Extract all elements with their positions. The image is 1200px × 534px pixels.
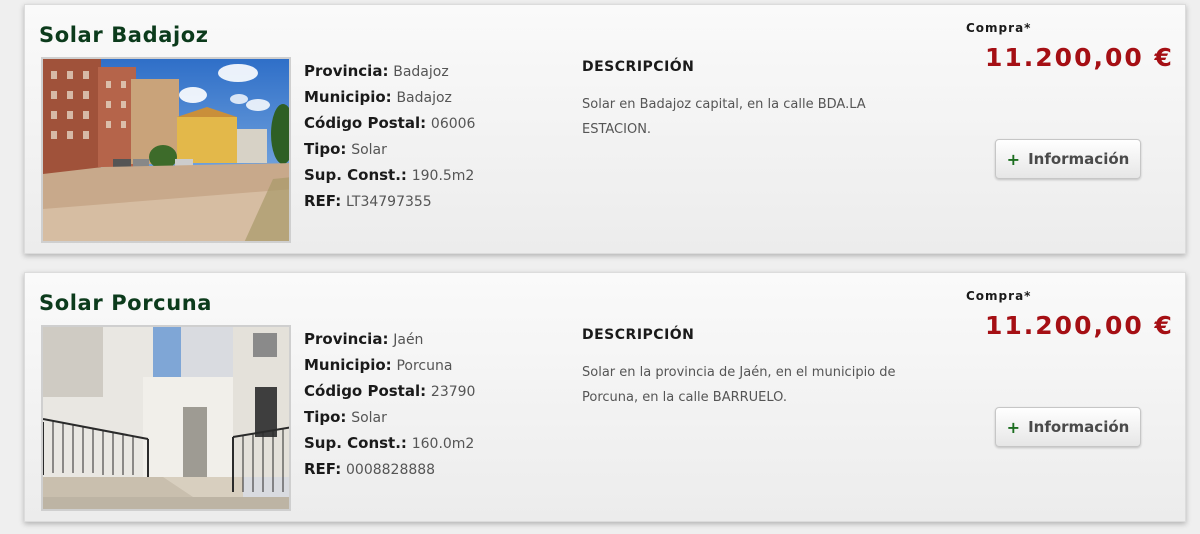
price: 11.200,00 € [985,43,1174,72]
detail-label: Tipo: [304,140,347,158]
description-heading: DESCRIPCIÓN [582,327,695,343]
detail-label: REF: [304,460,342,478]
detail-value: Solar [351,142,387,158]
plus-icon: + [1006,149,1021,169]
detail-value: 23790 [430,384,476,400]
detail-label: Municipio: [304,88,392,106]
detail-value: Porcuna [396,358,453,374]
info-button[interactable]: + Información [995,407,1141,447]
info-button[interactable]: + Información [995,139,1141,179]
listing-details: Provincia: Jaén Municipio: Porcuna Códig… [304,327,475,483]
detail-value: Jaén [393,332,424,348]
detail-value: LT34797355 [346,194,432,210]
listing-photo[interactable] [41,325,291,511]
detail-value: 190.5m2 [411,168,475,184]
buy-label: Compra* [966,21,1032,35]
description-text: Solar en la provincia de Jaén, en el mun… [582,365,896,405]
detail-label: REF: [304,192,342,210]
listing-card: Solar Badajoz Provincia: Badajoz Municip… [24,4,1186,254]
plus-icon: + [1006,417,1021,437]
description-text: Solar en Badajoz capital, en la calle BD… [582,97,866,137]
detail-label: Código Postal: [304,382,427,400]
listing-title[interactable]: Solar Badajoz [39,23,209,47]
detail-value: 0008828888 [346,462,436,478]
detail-label: Provincia: [304,62,389,80]
detail-value: Solar [351,410,387,426]
info-button-label: Información [1028,150,1130,168]
buy-label: Compra* [966,289,1032,303]
detail-label: Código Postal: [304,114,427,132]
listing-details: Provincia: Badajoz Municipio: Badajoz Có… [304,59,475,215]
price: 11.200,00 € [985,311,1174,340]
detail-label: Provincia: [304,330,389,348]
listing-title[interactable]: Solar Porcuna [39,291,212,315]
detail-label: Sup. Const.: [304,434,407,452]
detail-label: Tipo: [304,408,347,426]
detail-label: Municipio: [304,356,392,374]
detail-value: 160.0m2 [411,436,475,452]
detail-value: Badajoz [393,64,449,80]
listing-photo[interactable] [41,57,291,243]
listing-card: Solar Porcuna Provincia: Jaén Municipio:… [24,272,1186,522]
detail-value: 06006 [430,116,476,132]
detail-value: Badajoz [396,90,452,106]
info-button-label: Información [1028,418,1130,436]
detail-label: Sup. Const.: [304,166,407,184]
description-heading: DESCRIPCIÓN [582,59,695,75]
